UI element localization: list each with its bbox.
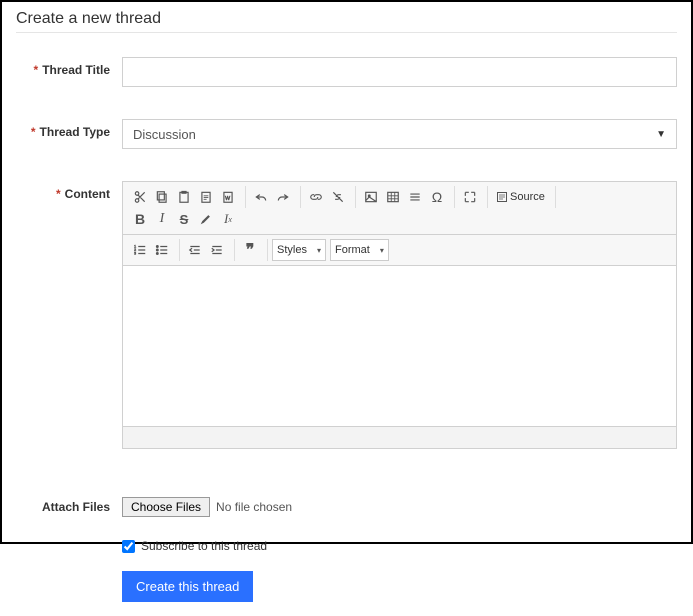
undo-icon[interactable]: [250, 186, 272, 208]
indent-icon[interactable]: [206, 239, 228, 261]
numbered-list-icon[interactable]: 123: [129, 239, 151, 261]
label-content: *Content: [16, 181, 122, 201]
special-char-icon[interactable]: Ω: [426, 186, 448, 208]
copy-icon[interactable]: [151, 186, 173, 208]
divider: [16, 32, 677, 33]
image-icon[interactable]: [360, 186, 382, 208]
bold-icon[interactable]: B: [129, 208, 151, 230]
paste-word-icon[interactable]: W: [217, 186, 239, 208]
create-thread-button[interactable]: Create this thread: [122, 571, 253, 602]
label-attach-files: Attach Files: [16, 497, 122, 514]
source-button[interactable]: Source: [492, 186, 549, 208]
link-icon[interactable]: [305, 186, 327, 208]
paste-text-icon[interactable]: [195, 186, 217, 208]
chevron-down-icon: ▾: [380, 246, 384, 255]
choose-files-button[interactable]: Choose Files: [122, 497, 210, 517]
row-thread-type: *Thread Type Discussion ▼: [16, 119, 677, 149]
italic-icon[interactable]: I: [151, 208, 173, 230]
editor-toolbar-row1: W Ω: [123, 182, 676, 235]
chevron-down-icon: ▼: [656, 129, 666, 140]
page-title: Create a new thread: [16, 10, 677, 28]
paste-icon[interactable]: [173, 186, 195, 208]
row-thread-title: *Thread Title: [16, 57, 677, 87]
chevron-down-icon: ▾: [317, 246, 321, 255]
svg-text:W: W: [225, 196, 230, 202]
table-icon[interactable]: [382, 186, 404, 208]
row-subscribe: Subscribe to this thread: [122, 539, 677, 553]
horizontal-rule-icon[interactable]: [404, 186, 426, 208]
svg-text:3: 3: [134, 252, 136, 256]
format-select[interactable]: Format▾: [330, 239, 389, 261]
subscribe-checkbox[interactable]: [122, 540, 135, 553]
required-asterisk: *: [34, 63, 39, 77]
blockquote-icon[interactable]: ❞: [239, 239, 261, 261]
strikethrough-icon[interactable]: S: [173, 208, 195, 230]
remove-format-icon[interactable]: Ix: [217, 208, 239, 230]
required-asterisk: *: [56, 187, 61, 201]
row-attach-files: Attach Files Choose Files No file chosen: [16, 497, 677, 517]
highlight-icon[interactable]: [195, 208, 217, 230]
editor-textarea[interactable]: [123, 266, 676, 426]
label-thread-title: *Thread Title: [16, 57, 122, 77]
styles-select[interactable]: Styles▾: [272, 239, 326, 261]
file-status: No file chosen: [216, 500, 292, 514]
editor-toolbar-row2: 123 ❞ Styles▾ Fo: [123, 235, 676, 266]
maximize-icon[interactable]: [459, 186, 481, 208]
thread-type-select[interactable]: Discussion ▼: [122, 119, 677, 149]
label-thread-type: *Thread Type: [16, 119, 122, 139]
cut-icon[interactable]: [129, 186, 151, 208]
thread-title-input[interactable]: [122, 57, 677, 87]
outdent-icon[interactable]: [184, 239, 206, 261]
unlink-icon[interactable]: [327, 186, 349, 208]
bullet-list-icon[interactable]: [151, 239, 173, 261]
required-asterisk: *: [31, 125, 36, 139]
rich-text-editor: W Ω: [122, 181, 677, 449]
redo-icon[interactable]: [272, 186, 294, 208]
subscribe-label: Subscribe to this thread: [141, 539, 267, 553]
row-content: *Content W: [16, 181, 677, 449]
editor-statusbar: [123, 426, 676, 448]
